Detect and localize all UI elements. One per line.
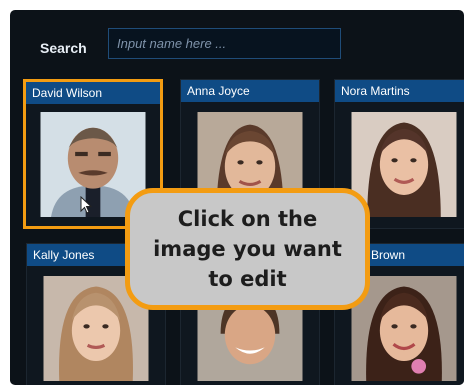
person-name: Nora Martins [335, 80, 464, 102]
instruction-text: Click on the image you want to edit [153, 207, 342, 291]
person-name: David Wilson [26, 82, 160, 104]
mouse-cursor-icon [80, 196, 93, 214]
search-label: Search [40, 40, 87, 56]
search-input[interactable]: Input name here ... [108, 28, 341, 59]
person-name: Anna Joyce [181, 80, 319, 102]
instruction-callout: Click on the image you want to edit [125, 188, 370, 310]
